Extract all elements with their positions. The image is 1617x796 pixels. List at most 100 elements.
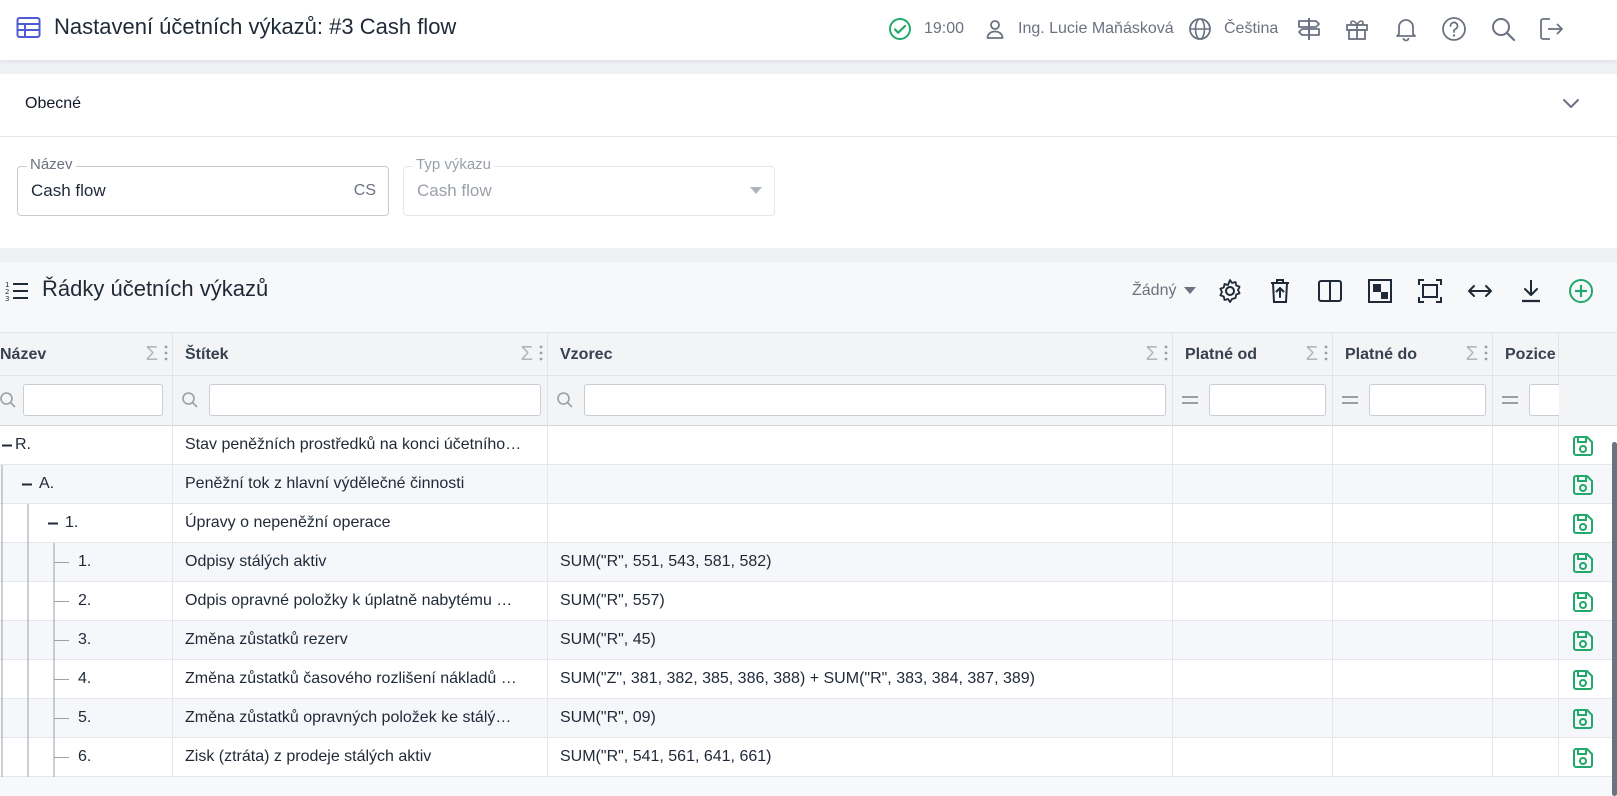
save-icon[interactable] (1572, 435, 1594, 457)
cell-label[interactable]: Odpisy stálých aktiv (173, 543, 548, 582)
filter-input-position[interactable] (1529, 384, 1559, 416)
save-icon[interactable] (1572, 474, 1594, 496)
sigma-icon[interactable]: Σ (1306, 343, 1318, 366)
cell-name[interactable]: 3. (0, 621, 173, 660)
cell-position[interactable] (1493, 660, 1559, 699)
cell-label[interactable]: Stav peněžních prostředků na konci účetn… (173, 426, 548, 465)
column-header-valid-from[interactable]: Platné od Σ (1173, 332, 1333, 376)
column-header-name[interactable]: Název Σ (0, 332, 173, 376)
save-icon[interactable] (1572, 591, 1594, 613)
column-menu-icon[interactable] (539, 345, 543, 361)
cell-position[interactable] (1493, 738, 1559, 777)
cell-valid-from[interactable] (1173, 621, 1333, 660)
cell-name[interactable]: 1. (0, 504, 173, 543)
filter-input-formula[interactable] (584, 384, 1166, 416)
language-menu[interactable]: Čeština (1188, 14, 1278, 44)
cell-valid-to[interactable] (1333, 504, 1493, 543)
cell-valid-to[interactable] (1333, 465, 1493, 504)
cell-formula[interactable] (548, 465, 1173, 504)
cell-valid-to[interactable] (1333, 582, 1493, 621)
save-icon[interactable] (1572, 630, 1594, 652)
cell-valid-to[interactable] (1333, 660, 1493, 699)
cell-valid-to[interactable] (1333, 426, 1493, 465)
help-icon[interactable] (1441, 14, 1467, 44)
cell-valid-to[interactable] (1333, 543, 1493, 582)
column-header-valid-to[interactable]: Platné do Σ (1333, 332, 1493, 376)
sigma-icon[interactable]: Σ (521, 343, 533, 366)
gift-icon[interactable] (1344, 14, 1370, 44)
sync-status[interactable]: 19:00 (888, 14, 964, 44)
cell-valid-from[interactable] (1173, 699, 1333, 738)
columns-icon[interactable] (1315, 276, 1345, 306)
cell-name[interactable]: A. (0, 465, 173, 504)
cell-name[interactable]: 2. (0, 582, 173, 621)
column-header-formula[interactable]: Vzorec Σ (548, 332, 1173, 376)
cell-name[interactable]: 1. (0, 543, 173, 582)
filter-input-name[interactable] (23, 384, 163, 416)
cell-position[interactable] (1493, 621, 1559, 660)
user-menu[interactable]: Ing. Lucie Maňásková (984, 14, 1174, 44)
cell-label[interactable]: Zisk (ztráta) z prodeje stálých aktiv (173, 738, 548, 777)
save-icon[interactable] (1572, 747, 1594, 769)
signpost-icon[interactable] (1296, 14, 1322, 44)
sigma-icon[interactable]: Σ (146, 343, 158, 366)
sigma-icon[interactable]: Σ (1146, 343, 1158, 366)
cell-valid-from[interactable] (1173, 582, 1333, 621)
cell-label[interactable]: Změna zůstatků časového rozlišení náklad… (173, 660, 548, 699)
search-icon[interactable] (1490, 14, 1516, 44)
cell-label[interactable]: Změna zůstatků rezerv (173, 621, 548, 660)
cell-formula[interactable]: SUM("R", 557) (548, 582, 1173, 621)
cell-name[interactable]: R. (0, 426, 173, 465)
column-menu-icon[interactable] (1324, 345, 1328, 361)
vertical-scrollbar[interactable] (1612, 442, 1617, 796)
cell-name[interactable]: 5. (0, 699, 173, 738)
filter-input-valid-to[interactable] (1369, 384, 1486, 416)
column-menu-icon[interactable] (1484, 345, 1488, 361)
fit-screen-icon[interactable] (1415, 276, 1445, 306)
cell-valid-from[interactable] (1173, 504, 1333, 543)
cell-formula[interactable]: SUM("R", 551, 543, 581, 582) (548, 543, 1173, 582)
cell-label[interactable]: Úpravy o nepeněžní operace (173, 504, 548, 543)
save-icon[interactable] (1572, 513, 1594, 535)
cell-valid-from[interactable] (1173, 543, 1333, 582)
filter-input-valid-from[interactable] (1209, 384, 1326, 416)
settings-icon[interactable] (1215, 276, 1245, 306)
table-row[interactable]: 6. Zisk (ztráta) z prodeje stálých aktiv S… (0, 738, 1617, 777)
column-menu-icon[interactable] (1164, 345, 1168, 361)
cell-position[interactable] (1493, 465, 1559, 504)
cell-position[interactable] (1493, 699, 1559, 738)
cell-formula[interactable]: SUM("R", 09) (548, 699, 1173, 738)
cell-valid-from[interactable] (1173, 660, 1333, 699)
table-row[interactable]: R. Stav peněžních prostředků na konci úče… (0, 426, 1617, 465)
language-code[interactable]: CS (354, 182, 376, 200)
cell-position[interactable] (1493, 582, 1559, 621)
expand-width-icon[interactable] (1465, 276, 1495, 306)
add-row-icon[interactable] (1566, 276, 1596, 306)
cell-valid-to[interactable] (1333, 699, 1493, 738)
table-row[interactable]: 5. Změna zůstatků opravných položek ke st… (0, 699, 1617, 738)
column-header-label-tag[interactable]: Štítek Σ (173, 332, 548, 376)
cell-formula[interactable] (548, 426, 1173, 465)
table-row[interactable]: 3. Změna zůstatků rezerv SUM("R", 45) (0, 621, 1617, 660)
cell-label[interactable]: Změna zůstatků opravných položek ke stál… (173, 699, 548, 738)
table-row[interactable]: 4. Změna zůstatků časového rozlišení nákl… (0, 660, 1617, 699)
cell-name[interactable]: 4. (0, 660, 173, 699)
cell-label[interactable]: Odpis opravné položky k úplatně nabytému… (173, 582, 548, 621)
trash-restore-icon[interactable] (1265, 276, 1295, 306)
download-icon[interactable] (1516, 276, 1546, 306)
cell-valid-to[interactable] (1333, 621, 1493, 660)
table-row[interactable]: A. Peněžní tok z hlavní výdělečné činnost… (0, 465, 1617, 504)
cell-valid-from[interactable] (1173, 465, 1333, 504)
group-by-select[interactable]: Žádný (1132, 282, 1197, 300)
cell-position[interactable] (1493, 426, 1559, 465)
table-row[interactable]: 1. Odpisy stálých aktiv SUM("R", 551, 543,… (0, 543, 1617, 582)
chevron-down-icon[interactable] (1562, 96, 1580, 110)
cell-formula[interactable]: SUM("R", 541, 561, 641, 661) (548, 738, 1173, 777)
save-icon[interactable] (1572, 552, 1594, 574)
cell-name[interactable]: 6. (0, 738, 173, 777)
table-row[interactable]: 2. Odpis opravné položky k úplatně nabyté… (0, 582, 1617, 621)
cell-position[interactable] (1493, 543, 1559, 582)
save-icon[interactable] (1572, 708, 1594, 730)
column-header-position[interactable]: Pozice (1493, 332, 1559, 376)
cell-formula[interactable]: SUM("Z", 381, 382, 385, 386, 388) + SUM(… (548, 660, 1173, 699)
